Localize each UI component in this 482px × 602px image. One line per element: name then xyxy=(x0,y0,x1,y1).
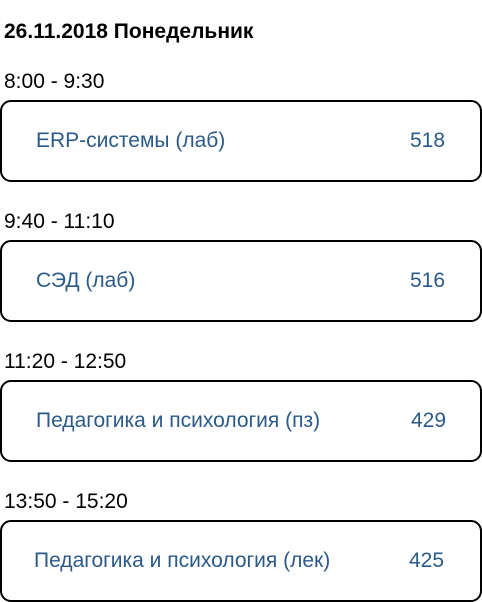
lesson-title: ERP-системы (лаб) xyxy=(36,129,226,152)
lesson-title: СЭД (лаб) xyxy=(36,269,136,292)
lesson-room: 518 xyxy=(410,129,446,152)
lesson-room: 425 xyxy=(409,549,445,572)
lesson-title: Педагогика и психология (лек) xyxy=(34,549,331,572)
day-header: 26.11.2018 Понедельник xyxy=(4,20,254,43)
lesson-time: 13:50 - 15:20 xyxy=(4,490,128,513)
lesson-card[interactable]: ERP-системы (лаб) 518 xyxy=(0,100,482,182)
lesson-room: 516 xyxy=(410,269,446,292)
lesson-time: 11:20 - 12:50 xyxy=(4,350,127,373)
lesson-card[interactable]: СЭД (лаб) 516 xyxy=(0,240,482,322)
lesson-time: 8:00 - 9:30 xyxy=(4,70,105,93)
lesson-room: 429 xyxy=(411,409,447,432)
lesson-title: Педагогика и психология (пз) xyxy=(36,409,321,432)
lesson-card[interactable]: Педагогика и психология (лек) 425 xyxy=(0,520,482,602)
lesson-time: 9:40 - 11:10 xyxy=(4,210,115,233)
lesson-card[interactable]: Педагогика и психология (пз) 429 xyxy=(0,380,482,462)
